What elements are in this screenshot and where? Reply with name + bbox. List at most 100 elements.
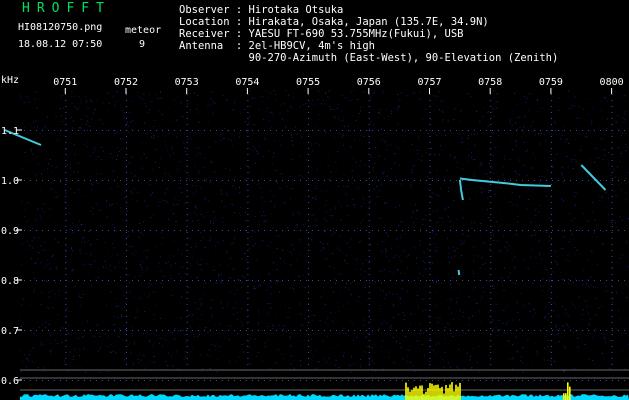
noise-dot [606,127,608,129]
grid-dot [342,280,343,281]
noise-dot [295,260,297,262]
grid-dot [54,380,55,381]
noise-dot [232,109,234,111]
noise-dot [258,109,260,111]
grid-dot [368,124,370,125]
noise-dot [565,323,567,325]
noise-dot [73,192,75,194]
grid-dot [90,280,91,281]
grid-dot [492,230,493,231]
noise-dot [320,349,322,351]
noise-dot [67,204,69,206]
grid-dot [486,130,487,131]
noise-dot [233,268,235,270]
noise-dot [417,340,418,342]
noise-dot [206,354,208,356]
noise-dot [580,117,582,119]
noise-dot [369,130,371,132]
noise-dot [153,361,155,363]
noise-dot [182,329,184,331]
noise-dot [523,164,525,166]
noise-dot [337,344,339,346]
noise-dot [532,121,533,123]
noise-dot [423,355,425,357]
noise-dot [512,182,514,184]
grid-dot [294,380,295,381]
noise-dot [61,334,63,336]
grid-dot [138,130,139,131]
grid-dot [65,166,67,167]
noise-dot [196,214,198,216]
noise-dot [433,230,434,232]
grid-dot [612,380,613,381]
noise-dot [433,243,435,245]
grid-dot [126,196,127,197]
noise-dot [229,169,230,171]
noise-dot [270,307,272,309]
noise-dot [608,197,609,199]
noise-dot [74,349,76,351]
noise-dot [251,98,253,100]
noise-dot [396,238,398,240]
noise-dot [41,207,43,209]
noise-dot [398,105,400,107]
noise-dot [484,262,486,264]
grid-dot [611,196,613,197]
noise-dot [257,321,259,323]
noise-dot [534,157,536,159]
noise-dot [626,256,628,258]
noise-dot [577,337,579,339]
noise-dot [353,332,355,334]
noise-dot [122,219,124,221]
noise-dot [325,258,327,260]
noise-dot [611,146,613,148]
grid-dot [611,298,613,299]
grid-dot [438,130,439,131]
noise-dot [80,100,81,102]
noise-dot [237,228,239,230]
grid-dot [270,130,271,131]
noise-dot [275,362,277,364]
noise-dot [505,323,507,325]
noise-dot [153,126,155,127]
grid-dot [336,130,337,131]
grid-dot [426,230,427,231]
noise-dot [292,285,294,287]
grid-dot [150,280,151,281]
noise-dot [517,158,519,160]
noise-dot [30,148,32,150]
noise-dot [427,133,429,134]
noise-dot [363,351,365,353]
grid-dot [247,334,249,335]
noise-dot [237,279,239,281]
grid-dot [611,250,613,251]
noise-dot [546,169,548,171]
noise-dot [507,304,509,306]
noise-dot [20,275,22,277]
grid-dot [126,94,127,95]
noise-dot [117,305,119,307]
noise-dot [67,155,69,157]
noise-dot [533,308,535,310]
grid-dot [186,220,188,221]
noise-dot [554,122,556,124]
noise-dot [120,314,122,316]
grid-dot [550,238,552,239]
noise-dot [450,256,452,258]
noise-dot [143,153,145,155]
noise-dot [215,343,217,345]
noise-dot [215,348,217,350]
noise-dot [243,351,245,353]
noise-dot [434,154,436,156]
noise-dot [303,90,305,92]
noise-dot [107,336,109,338]
noise-dot [472,315,474,317]
noise-dot [131,332,133,334]
noise-dot [204,215,206,217]
grid-dot [492,330,493,331]
grid-dot [65,130,67,131]
grid-dot [456,130,457,131]
grid-dot [186,334,188,335]
grid-dot [174,330,175,331]
grid-dot [246,280,247,281]
